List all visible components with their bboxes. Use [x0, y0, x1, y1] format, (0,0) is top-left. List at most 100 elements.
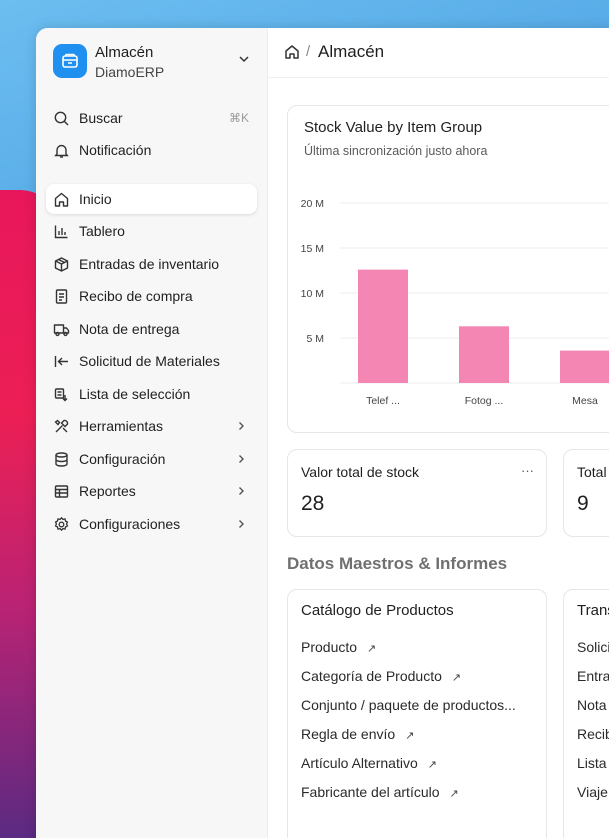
breadcrumb: / Almacén [268, 28, 609, 78]
section-title: Datos Maestros & Informes [287, 554, 508, 573]
link-recibo[interactable]: Recib [577, 726, 609, 742]
link-card-transacciones: Trans Solici Entra Nota Recib Lista Viaj… [563, 589, 609, 838]
link-card-title: Trans [577, 602, 609, 619]
sidebar-item-label: Lista de selección [79, 386, 191, 402]
link-solicitud[interactable]: Solici [577, 639, 609, 655]
arrow-left-bar-icon [53, 353, 70, 370]
search-shortcut: ⌘K [228, 111, 249, 125]
sidebar-item-label: Configuraciones [79, 516, 181, 532]
x-tick-label: Fotog ... [465, 395, 504, 407]
sidebar-item-configuracion[interactable]: Configuración [46, 444, 257, 474]
link-articulo-alternativo[interactable]: Artículo Alternativo ↗ [301, 755, 437, 771]
sidebar-item-label: Recibo de compra [79, 288, 193, 304]
sidebar-item-label: Herramientas [79, 418, 164, 434]
card-menu-button[interactable]: ··· [521, 463, 534, 478]
box-icon [53, 256, 70, 273]
y-tick-label: 15 M [301, 243, 324, 255]
app-window: Almacén DiamoERP Buscar ⌘K Notificación … [36, 28, 609, 838]
home-icon[interactable] [284, 44, 300, 60]
bar-chart: 5 M 10 M 15 M 20 M Telef ... Fotog ... Mesa [301, 198, 609, 407]
breadcrumb-current[interactable]: Almacén [318, 42, 384, 62]
link-entrada[interactable]: Entra [577, 668, 609, 684]
link-label: Categoría de Producto [301, 668, 442, 684]
link-label: Fabricante del artículo [301, 784, 440, 800]
notification-label: Notificación [79, 142, 152, 158]
bar[interactable] [560, 350, 609, 383]
chevron-right-icon [239, 455, 244, 463]
link-categoria-de-producto[interactable]: Categoría de Producto ↗ [301, 668, 461, 684]
number-card-valor-total[interactable]: Valor total de stock ··· 28 [287, 449, 547, 537]
search-label: Buscar [79, 110, 123, 126]
link-fabricante-del-articulo[interactable]: Fabricante del artículo ↗ [301, 784, 459, 800]
tools-icon [53, 418, 70, 435]
notification-button[interactable]: Notificación [46, 135, 257, 165]
number-card-title: Valor total de stock [301, 464, 420, 480]
sidebar-item-label: Reportes [79, 483, 136, 499]
search-icon [53, 110, 70, 127]
link-nota[interactable]: Nota [577, 697, 607, 713]
link-regla-de-envio[interactable]: Regla de envío ↗ [301, 726, 414, 742]
warehouse-logo-icon [53, 44, 87, 78]
gear-icon [53, 516, 70, 533]
sidebar-item-nota-de-entrega[interactable]: Nota de entrega [46, 314, 257, 344]
sidebar-item-entradas-de-inventario[interactable]: Entradas de inventario [46, 249, 257, 279]
arrow-up-right-icon: ↗ [427, 759, 437, 771]
sidebar-item-label: Solicitud de Materiales [79, 353, 220, 369]
database-icon [53, 451, 70, 468]
bar-chart-icon [53, 223, 70, 240]
search-button[interactable]: Buscar ⌘K [46, 103, 257, 133]
sidebar-item-configuraciones[interactable]: Configuraciones [46, 509, 257, 539]
link-label: Artículo Alternativo [301, 755, 418, 771]
sidebar-item-herramientas[interactable]: Herramientas [46, 411, 257, 441]
sidebar-item-label: Nota de entrega [79, 321, 180, 337]
y-tick-label: 20 M [301, 198, 324, 210]
number-card-title: Total [577, 464, 607, 480]
chevron-down-icon [239, 56, 249, 63]
arrow-up-right-icon: ↗ [405, 730, 415, 742]
chevron-right-icon [239, 422, 244, 430]
x-tick-label: Mesa [572, 395, 598, 407]
sidebar-item-tablero[interactable]: Tablero [46, 216, 257, 246]
sidebar-item-recibo-de-compra[interactable]: Recibo de compra [46, 281, 257, 311]
number-card-total[interactable]: Total 9 [563, 449, 609, 537]
link-card-catalogo: Catálogo de Productos Producto ↗ Categorí… [287, 589, 547, 838]
sidebar-item-label: Configuración [79, 451, 166, 467]
sidebar-item-lista-de-seleccion[interactable]: Lista de selección [46, 379, 257, 409]
sidebar-item-label: Inicio [79, 191, 112, 207]
bar[interactable] [358, 269, 408, 383]
receipt-icon [53, 288, 70, 305]
sidebar-item-label: Tablero [79, 223, 125, 239]
y-tick-label: 5 M [306, 333, 324, 345]
link-label: Producto [301, 639, 358, 655]
link-conjunto-paquete[interactable]: Conjunto / paquete de productos... [301, 697, 516, 713]
bar[interactable] [459, 326, 509, 383]
arrow-up-right-icon: ↗ [449, 788, 459, 800]
list-icon [53, 386, 70, 403]
link-card-title: Catálogo de Productos [301, 602, 454, 619]
sidebar-item-solicitud-de-materiales[interactable]: Solicitud de Materiales [46, 346, 257, 376]
number-card-value: 28 [301, 492, 325, 515]
home-icon [53, 191, 70, 208]
link-lista[interactable]: Lista [577, 755, 607, 771]
chevron-right-icon [239, 520, 244, 528]
sidebar-item-reportes[interactable]: Reportes [46, 476, 257, 506]
workspace-title: Almacén [95, 44, 154, 61]
link-viaje[interactable]: Viaje [577, 784, 608, 800]
workspace-switcher[interactable]: Almacén DiamoERP [53, 44, 263, 80]
table-icon [53, 483, 70, 500]
truck-icon [53, 321, 70, 338]
chevron-right-icon [239, 487, 244, 495]
sidebar: Almacén DiamoERP Buscar ⌘K Notificación … [36, 28, 268, 838]
breadcrumb-separator: / [306, 43, 311, 60]
sidebar-item-label: Entradas de inventario [79, 256, 220, 272]
link-label: Conjunto / paquete de productos... [301, 697, 516, 713]
number-card-value: 9 [577, 492, 589, 515]
link-label: Regla de envío [301, 726, 396, 742]
link-producto[interactable]: Producto ↗ [301, 639, 376, 655]
workspace-subtitle: DiamoERP [95, 64, 165, 80]
x-tick-label: Telef ... [366, 395, 400, 407]
stock-value-chart-card: Stock Value by Item Group Última sincron… [287, 105, 609, 433]
y-tick-label: 10 M [301, 288, 324, 300]
sidebar-item-inicio[interactable]: Inicio [46, 184, 257, 214]
arrow-up-right-icon: ↗ [451, 672, 462, 684]
